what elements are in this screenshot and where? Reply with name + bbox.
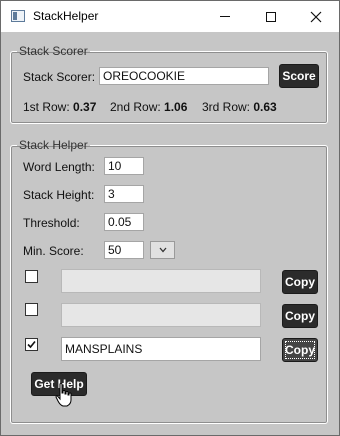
hand-cursor-icon xyxy=(55,383,72,407)
threshold-input[interactable]: 0.05 xyxy=(104,213,144,231)
minimize-button[interactable] xyxy=(202,1,248,32)
stack-height-label: Stack Height: xyxy=(23,188,95,202)
row3-label: 3rd Row: xyxy=(202,100,251,114)
stack-helper-legend: Stack Helper xyxy=(19,138,88,152)
word-length-label: Word Length: xyxy=(23,160,95,174)
row1-value: 0.37 xyxy=(73,100,97,114)
result-1-field xyxy=(61,269,261,293)
stack-scorer-legend: Stack Scorer xyxy=(19,44,88,58)
result-1-checkbox[interactable] xyxy=(25,270,38,283)
result-3-copy-button[interactable]: Copy xyxy=(282,338,318,362)
row3-value: 0.63 xyxy=(253,100,277,114)
result-3-field[interactable]: MANSPLAINS xyxy=(61,337,261,361)
app-window: StackHelper Stack Scorer Stack Scorer: O… xyxy=(0,0,340,436)
word-length-input[interactable]: 10 xyxy=(104,157,144,175)
row1-score: 1st Row: 0.37 xyxy=(23,100,96,114)
row3-score: 3rd Row: 0.63 xyxy=(202,100,277,114)
result-2-copy-button[interactable]: Copy xyxy=(282,304,318,328)
close-icon xyxy=(310,11,322,22)
title-bar[interactable]: StackHelper xyxy=(1,1,339,32)
score-button[interactable]: Score xyxy=(279,64,319,88)
stack-height-input[interactable]: 3 xyxy=(104,185,144,203)
minimize-icon xyxy=(220,16,230,17)
result-2-field xyxy=(61,303,261,327)
min-score-dropdown[interactable] xyxy=(150,241,175,259)
maximize-button[interactable] xyxy=(248,1,294,32)
row1-label: 1st Row: xyxy=(23,100,70,114)
close-button[interactable] xyxy=(293,1,339,32)
chevron-down-icon xyxy=(159,247,166,253)
row2-value: 1.06 xyxy=(164,100,188,114)
threshold-label: Threshold: xyxy=(23,216,80,230)
row2-score: 2nd Row: 1.06 xyxy=(110,100,187,114)
result-1-copy-button[interactable]: Copy xyxy=(282,270,318,294)
window-title: StackHelper xyxy=(33,9,99,23)
stack-scorer-input[interactable]: OREOCOOKIE xyxy=(99,67,269,85)
row2-label: 2nd Row: xyxy=(110,100,161,114)
checkmark-icon xyxy=(27,340,36,349)
result-3-checkbox[interactable] xyxy=(25,338,38,351)
stack-scorer-label: Stack Scorer: xyxy=(23,70,96,84)
maximize-icon xyxy=(266,11,276,22)
app-window-icon xyxy=(11,10,25,22)
min-score-input[interactable]: 50 xyxy=(104,241,144,259)
min-score-label: Min. Score: xyxy=(23,244,84,258)
result-2-checkbox[interactable] xyxy=(25,303,38,316)
